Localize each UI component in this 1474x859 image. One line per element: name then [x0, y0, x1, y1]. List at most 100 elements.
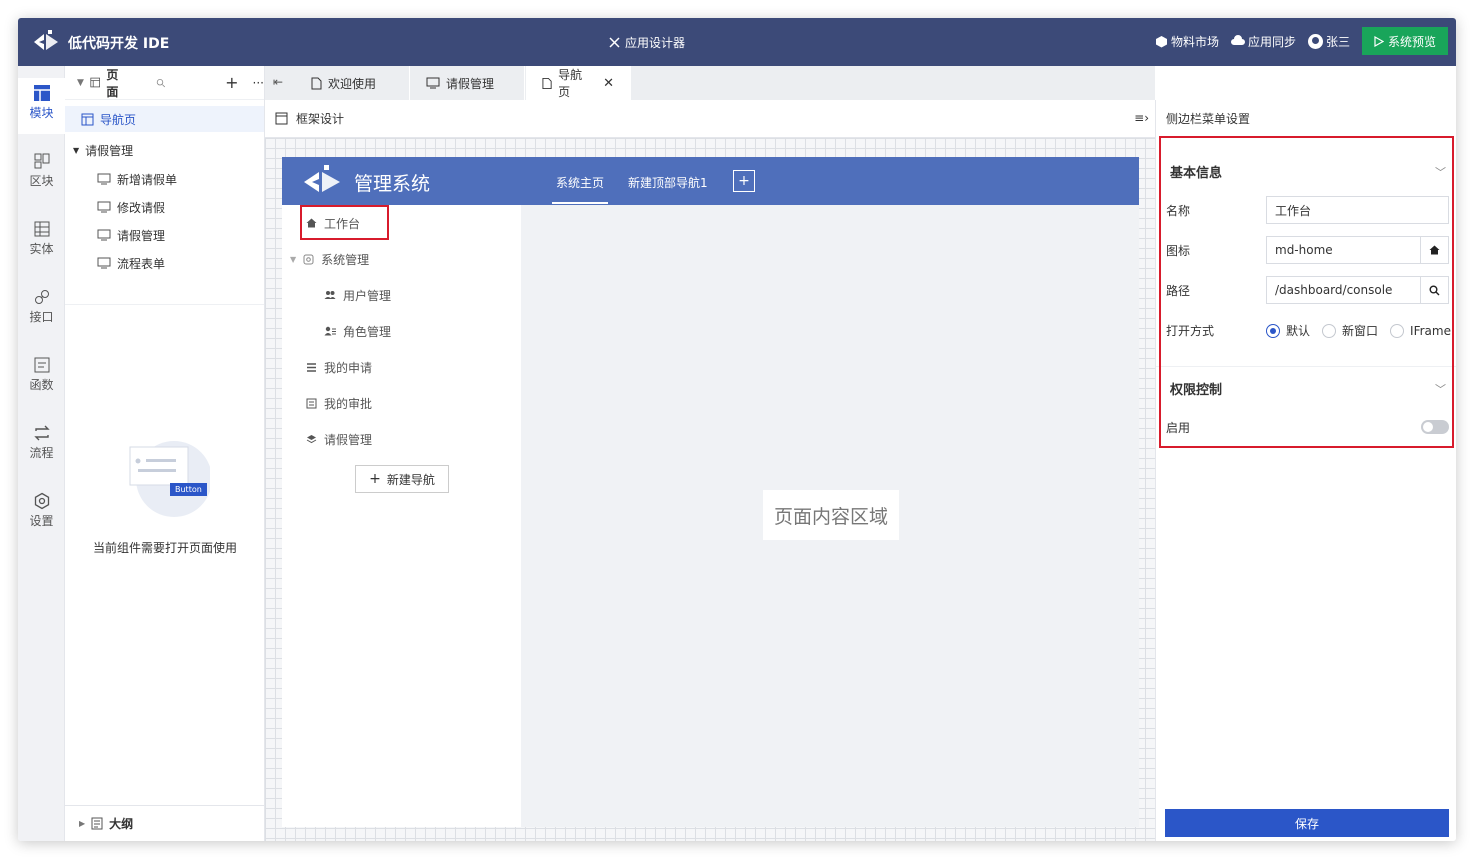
- ide-window: 低代码开发 IDE 应用设计器 物料市场 应用同步 张三 系统预览 模块 区块 …: [18, 18, 1456, 841]
- save-button[interactable]: 保存: [1165, 809, 1449, 837]
- add-top-nav-button[interactable]: +: [733, 170, 755, 192]
- function-icon: [34, 357, 49, 373]
- tab-nav-page[interactable]: 导航页 ✕: [526, 66, 631, 100]
- frame-preview: 管理系统 系统主页 新建顶部导航1 + 工作台 ▼ 系统管理 用户管理 角色管理…: [282, 157, 1139, 827]
- system-icon: [303, 254, 314, 264]
- tab-welcome[interactable]: 欢迎使用: [295, 66, 410, 100]
- activity-label: 流程: [29, 446, 54, 460]
- tree-group-leave[interactable]: ▼ 请假管理: [73, 137, 133, 163]
- new-nav-button[interactable]: + 新建导航: [355, 465, 449, 493]
- add-icon[interactable]: +: [225, 73, 238, 92]
- api-icon: [34, 290, 49, 304]
- nav-item-my-approve[interactable]: 我的审批: [306, 391, 372, 415]
- entity-icon: [34, 221, 49, 237]
- design-tools-icon: [609, 37, 620, 48]
- tree-item-label: 流程表单: [117, 256, 166, 271]
- activity-item-entity[interactable]: 实体: [18, 214, 65, 270]
- explorer-panel: ▼ 页面 + ··· 导航页 ▼ 请假管理 新增请假单 修改请假 请假管理 流程…: [65, 66, 265, 841]
- button-badge: Button: [170, 483, 207, 496]
- activity-item-flow[interactable]: 流程: [18, 418, 65, 474]
- tab-label: 请假管理: [446, 76, 495, 91]
- tree-item[interactable]: 请假管理: [97, 222, 165, 248]
- tree-item-label: 新增请假单: [117, 172, 178, 187]
- frame-top-tab-new[interactable]: 新建顶部导航1: [628, 174, 708, 191]
- activity-label: 模块: [29, 106, 54, 120]
- activity-item-module[interactable]: 模块: [18, 78, 65, 134]
- app-title: 低代码开发 IDE: [68, 36, 170, 52]
- activity-label: 实体: [29, 242, 54, 256]
- active-tab-indicator: [552, 202, 608, 204]
- user-menu[interactable]: 张三: [1307, 33, 1350, 50]
- design-subheader: 框架设计 ≡›: [265, 100, 1155, 138]
- frame-header: 管理系统 系统主页 新建顶部导航1 +: [282, 157, 1139, 205]
- users-icon: [324, 291, 336, 299]
- empty-state: Button 当前组件需要打开页面使用: [65, 431, 265, 556]
- frame-top-tab-home[interactable]: 系统主页: [556, 174, 604, 191]
- tree-item[interactable]: 新增请假单: [97, 166, 177, 192]
- activity-bar: 模块 区块 实体 接口 函数 流程 设置: [18, 66, 65, 841]
- tab-label: 导航页: [558, 68, 583, 99]
- activity-label: 区块: [29, 174, 54, 188]
- caret-right-icon: ▶: [79, 819, 86, 828]
- activity-item-function[interactable]: 函数: [18, 350, 65, 406]
- tree-item[interactable]: 流程表单: [97, 250, 165, 276]
- app-sync-label: 应用同步: [1247, 34, 1296, 49]
- frame-layout-icon: [275, 112, 288, 125]
- nav-item-label: 系统管理: [321, 252, 370, 267]
- explorer-header: ▼ 页面 + ···: [65, 66, 264, 100]
- empty-state-text: 当前组件需要打开页面使用: [92, 541, 237, 555]
- collapse-sidebar-icon[interactable]: ⇤: [273, 75, 283, 89]
- monitor-icon: [426, 77, 440, 89]
- editor-tabs: ⇤ 欢迎使用 请假管理 导航页 ✕: [265, 66, 1155, 100]
- tree-item[interactable]: 修改请假: [97, 194, 165, 220]
- nav-item-user-mgmt[interactable]: 用户管理: [324, 283, 391, 307]
- file-icon: [311, 77, 322, 89]
- activity-item-settings[interactable]: 设置: [18, 486, 65, 542]
- material-market-link[interactable]: 物料市场: [1155, 33, 1219, 50]
- layers-icon: [306, 434, 317, 443]
- block-icon: [34, 153, 49, 169]
- nav-item-label: 我的申请: [324, 360, 373, 375]
- material-market-label: 物料市场: [1170, 34, 1219, 49]
- caret-down-icon[interactable]: ▼: [77, 78, 84, 88]
- activity-label: 接口: [29, 310, 54, 324]
- nav-item-label: 角色管理: [343, 324, 392, 339]
- tree-item-nav-page[interactable]: 导航页: [65, 106, 264, 132]
- tab-leave-management[interactable]: 请假管理: [410, 66, 525, 100]
- frame-sidebar: 工作台 ▼ 系统管理 用户管理 角色管理 我的申请 我的审批 请假管理 + 新建…: [282, 205, 521, 827]
- caret-down-icon: ▼: [290, 254, 297, 264]
- tree-item-label: 请假管理: [117, 228, 166, 243]
- tab-label: 欢迎使用: [328, 76, 377, 91]
- tree-item-label: 导航页: [100, 112, 137, 127]
- outline-label: 大纲: [109, 817, 134, 831]
- nav-item-role-mgmt[interactable]: 角色管理: [324, 319, 391, 343]
- nav-item-leave[interactable]: 请假管理: [306, 427, 372, 451]
- designer-title: 应用设计器: [608, 34, 685, 51]
- nav-item-system[interactable]: ▼ 系统管理: [290, 247, 369, 271]
- user-avatar-icon: [1307, 33, 1323, 49]
- system-preview-label: 系统预览: [1387, 34, 1436, 49]
- more-icon[interactable]: ···: [253, 76, 264, 90]
- logo-icon: [34, 30, 58, 50]
- nav-item-label: 我的审批: [324, 396, 373, 411]
- activity-item-block[interactable]: 区块: [18, 146, 65, 202]
- outline-section[interactable]: ▶ 大纲: [65, 805, 265, 841]
- frame-logo-icon: [304, 165, 340, 192]
- file-icon: [542, 77, 552, 89]
- role-icon: [324, 326, 336, 336]
- close-icon[interactable]: ✕: [603, 76, 614, 91]
- system-preview-button[interactable]: 系统预览: [1361, 27, 1448, 55]
- monitor-icon: [97, 173, 111, 185]
- activity-label: 设置: [29, 514, 54, 528]
- monitor-icon: [97, 229, 111, 241]
- app-sync-link[interactable]: 应用同步: [1230, 33, 1296, 50]
- expand-panel-icon[interactable]: ≡›: [1134, 111, 1149, 125]
- nav-item-my-apply[interactable]: 我的申请: [306, 355, 372, 379]
- monitor-icon: [97, 201, 111, 213]
- frame-title: 管理系统: [354, 173, 431, 195]
- activity-item-api[interactable]: 接口: [18, 282, 65, 338]
- search-icon[interactable]: [156, 77, 166, 89]
- design-canvas: 管理系统 系统主页 新建顶部导航1 + 工作台 ▼ 系统管理 用户管理 角色管理…: [265, 138, 1155, 841]
- page-layout-icon: [90, 77, 100, 88]
- top-bar: 低代码开发 IDE 应用设计器 物料市场 应用同步 张三 系统预览: [18, 18, 1456, 66]
